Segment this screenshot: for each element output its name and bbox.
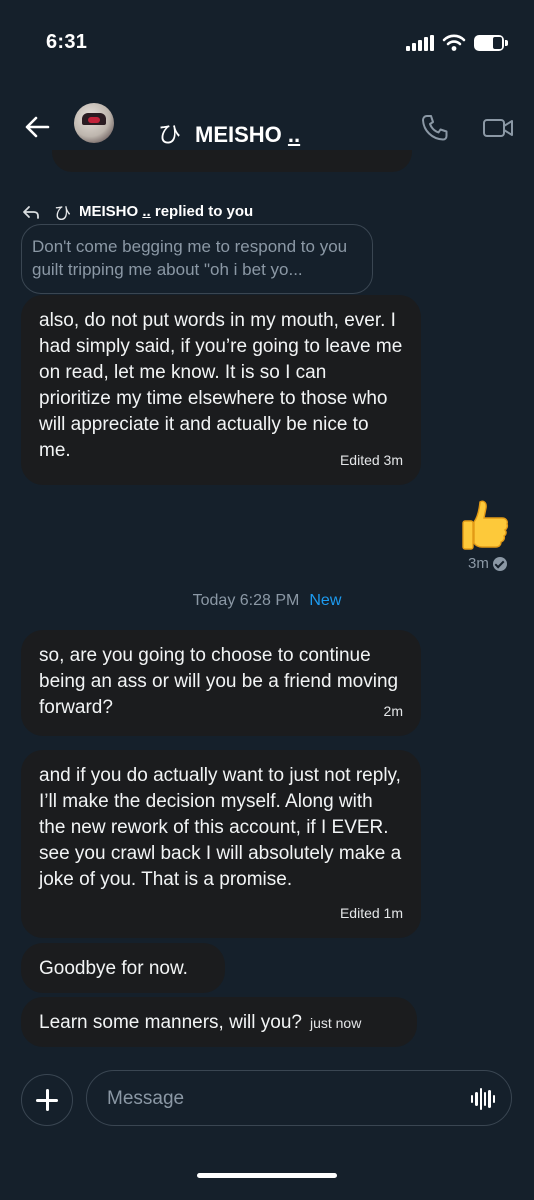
- message-bubble[interactable]: and if you do actually want to just not …: [21, 750, 421, 938]
- message-meta: just now: [309, 1015, 362, 1031]
- message-text: and if you do actually want to just not …: [39, 765, 402, 890]
- cellular-signal-icon: [406, 35, 434, 51]
- reply-arrow-icon: [23, 205, 39, 219]
- add-attachment-button[interactable]: [21, 1074, 73, 1126]
- video-call-icon[interactable]: [482, 113, 514, 143]
- avatar[interactable]: [74, 103, 114, 143]
- reply-author: MEISHO .. replied to you: [79, 203, 254, 220]
- contact-name-text: MEISHO ..: [195, 122, 301, 147]
- seen-check-icon: [492, 556, 507, 571]
- quoted-message[interactable]: Don't come begging me to respond to you …: [21, 224, 373, 294]
- back-arrow-icon[interactable]: [22, 111, 54, 143]
- reply-author-glyph: ひ: [54, 204, 71, 223]
- home-indicator[interactable]: [197, 1173, 337, 1178]
- message-text: also, do not put words in my mouth, ever…: [39, 310, 403, 461]
- voice-message-icon[interactable]: [471, 1088, 495, 1110]
- battery-icon: [474, 35, 508, 51]
- message-meta: 2m: [383, 703, 403, 719]
- new-badge: New: [309, 592, 342, 609]
- status-time: 6:31: [46, 31, 88, 53]
- message-bubble[interactable]: so, are you going to choose to continue …: [21, 630, 421, 736]
- contact-name[interactable]: ひ MEISHO ..: [158, 115, 300, 149]
- reply-context: ひ MEISHO .. replied to you: [22, 199, 253, 224]
- message-text: Learn some manners, will you?: [39, 1012, 302, 1033]
- date-divider: Today 6:28 PM New: [0, 592, 534, 610]
- status-bar: 6:31: [0, 0, 534, 90]
- wifi-icon: [442, 34, 466, 51]
- contact-name-glyph: ひ: [158, 121, 181, 147]
- phone-call-icon[interactable]: [420, 113, 450, 143]
- message-composer: [86, 1070, 512, 1126]
- thumbs-up-icon[interactable]: [460, 498, 510, 552]
- status-icons: [406, 34, 508, 52]
- message-text: so, are you going to choose to continue …: [39, 645, 399, 718]
- previous-message-bubble: [52, 150, 412, 172]
- message-bubble[interactable]: Goodbye for now.: [21, 943, 225, 993]
- message-bubble[interactable]: also, do not put words in my mouth, ever…: [21, 295, 421, 485]
- message-input[interactable]: [105, 1083, 449, 1115]
- divider-label: Today 6:28 PM: [192, 592, 300, 609]
- message-meta: Edited 1m: [339, 905, 403, 921]
- message-text: Goodbye for now.: [39, 958, 188, 979]
- message-meta: Edited 3m: [339, 452, 403, 468]
- message-bubble[interactable]: Learn some manners, will you? just now: [21, 997, 417, 1047]
- sent-message-meta: 3m: [468, 555, 507, 572]
